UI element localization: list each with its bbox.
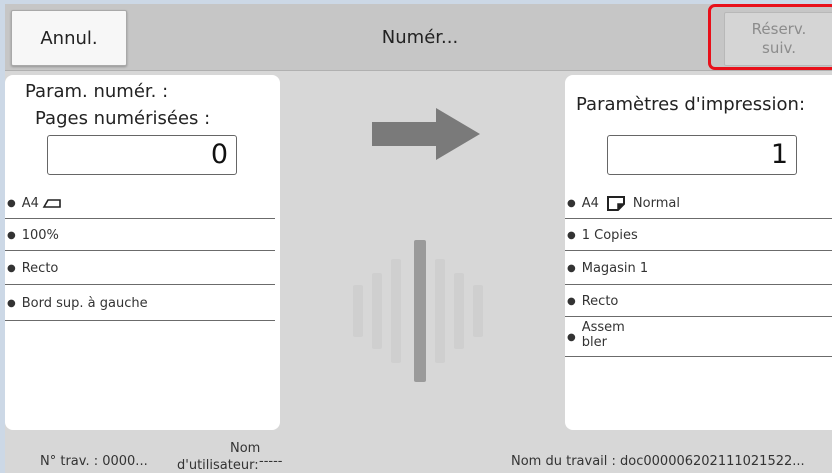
- user-name-label-line1: Nom: [230, 441, 261, 456]
- user-name-label-line2: d'utilisateur:: [177, 458, 259, 473]
- print-collate-line2: bler: [581, 335, 607, 350]
- scan-setting-paper: ● A4: [5, 188, 275, 219]
- scan-zoom: 100%: [21, 227, 59, 243]
- top-bar: Annul. Numér... Réserv. suiv.: [5, 4, 832, 71]
- print-setting-paper: ● A4 Normal: [565, 188, 832, 219]
- print-tray: Magasin 1: [581, 260, 649, 276]
- pages-scanned-counter: 0: [47, 135, 237, 175]
- scan-setting-zoom: ● 100%: [5, 220, 275, 251]
- arrow-right-icon: [372, 108, 480, 160]
- job-number: N° trav. : 0000...: [40, 454, 148, 469]
- print-paper-size: A4: [581, 195, 599, 211]
- bullet: ●: [7, 197, 16, 209]
- status-footer: N° trav. : 0000... Nom d'utilisateur: --…: [5, 433, 832, 473]
- job-name: Nom du travail : doc000006202111021522..…: [511, 454, 805, 469]
- scan-screen: Annul. Numér... Réserv. suiv. Param. num…: [5, 4, 832, 473]
- paper-portrait-icon: [606, 196, 625, 211]
- scan-activity-icon: [353, 240, 503, 382]
- print-sides: Recto: [581, 293, 619, 309]
- print-paper-type: Normal: [632, 195, 680, 211]
- pages-scanned-label: Pages numérisées :: [35, 108, 211, 129]
- reserve-label-line1: Réserv.: [751, 20, 807, 38]
- print-copies: 1 Copies: [581, 227, 638, 243]
- print-settings-title: Paramètres d'impression:: [576, 94, 806, 115]
- print-setting-collate: ● Assem bler: [565, 318, 832, 357]
- print-setting-tray: ● Magasin 1: [565, 252, 832, 285]
- scan-setting-sides: ● Recto: [5, 252, 275, 285]
- reserve-label-line2: suiv.: [762, 39, 796, 57]
- reserve-next-button[interactable]: Réserv. suiv.: [724, 12, 832, 66]
- page-title: Numér...: [381, 26, 459, 48]
- copies-counter: 1: [607, 135, 797, 175]
- scan-paper-size: A4: [21, 195, 39, 211]
- print-setting-copies: ● 1 Copies: [565, 220, 832, 251]
- scan-settings-title: Param. numér. :: [25, 81, 169, 102]
- scan-setting-orientation: ● Bord sup. à gauche: [5, 286, 275, 321]
- print-collate-line1: Assem: [581, 320, 625, 335]
- scan-settings-panel: Param. numér. : Pages numérisées : 0 ● A…: [5, 75, 280, 430]
- scan-orientation: Bord sup. à gauche: [21, 295, 148, 311]
- scan-sides: Recto: [21, 260, 59, 276]
- cancel-button[interactable]: Annul.: [11, 10, 127, 66]
- user-name-value: -----: [259, 454, 283, 469]
- print-setting-sides: ● Recto: [565, 286, 832, 317]
- paper-landscape-icon: [42, 199, 61, 208]
- print-settings-panel: Paramètres d'impression: 1 ● A4 Normal ●…: [565, 75, 832, 430]
